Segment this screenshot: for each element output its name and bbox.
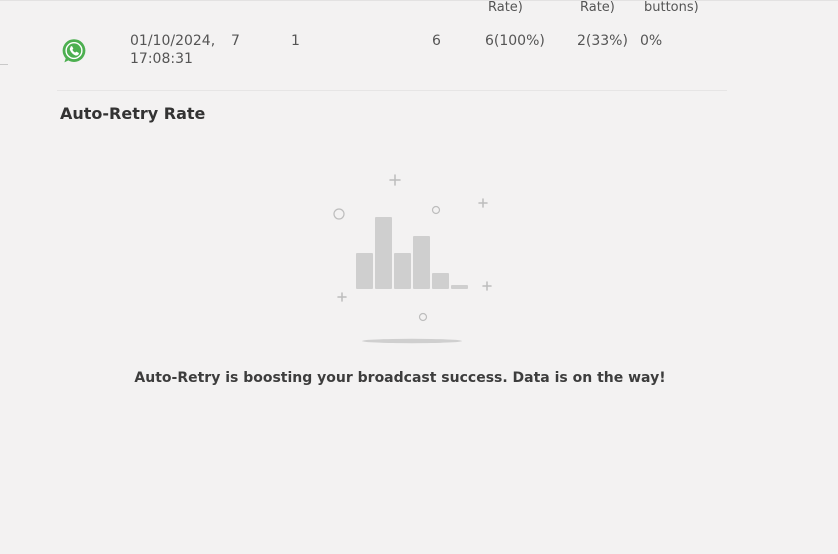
table-cell: 6 xyxy=(432,33,441,49)
whatsapp-icon xyxy=(62,39,86,63)
empty-state-message: Auto-Retry is boosting your broadcast su… xyxy=(134,370,666,386)
table-cell: 2(33%) xyxy=(577,33,628,49)
row-divider xyxy=(57,90,727,91)
column-header-fragment: Rate) xyxy=(580,0,615,15)
left-edge-divider xyxy=(0,64,8,65)
column-header-fragment: buttons) xyxy=(644,0,699,15)
table-cell: 6(100%) xyxy=(485,33,545,49)
table-cell: 7 xyxy=(231,33,240,49)
section-title: Auto-Retry Rate xyxy=(60,104,206,123)
empty-chart-illustration xyxy=(333,174,492,344)
sent-time: 17:08:31 xyxy=(130,51,193,67)
table-cell: 0% xyxy=(640,33,663,49)
table-cell: 1 xyxy=(291,33,300,49)
page-top-border xyxy=(0,0,838,1)
column-header-fragment: Rate) xyxy=(488,0,523,15)
